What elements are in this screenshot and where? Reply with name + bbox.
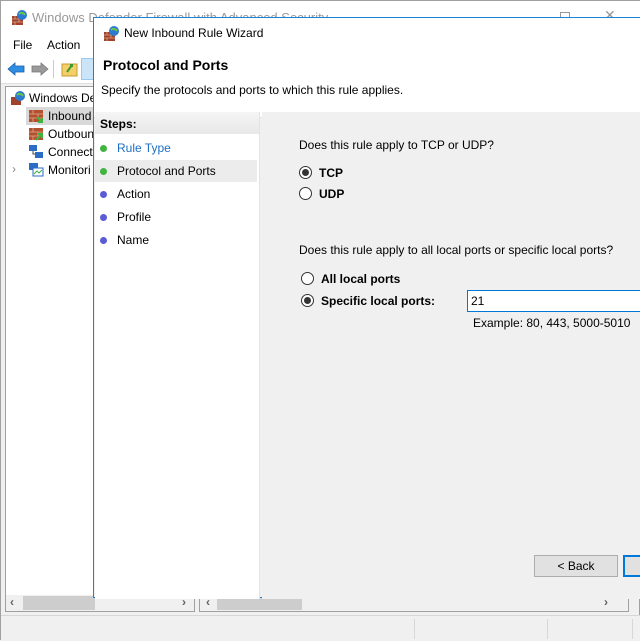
step-label: Name (117, 233, 150, 247)
wizard-content: Does this rule apply to TCP or UDP? TCP … (262, 112, 640, 599)
firewall-icon (11, 91, 25, 105)
steps-header-label: Steps: (100, 117, 137, 131)
protocol-question: Does this rule apply to TCP or UDP? (299, 138, 494, 152)
wizard-title-bar: New Inbound Rule Wizard (94, 18, 640, 48)
firewall-icon (104, 26, 119, 41)
page-heading: Protocol and Ports (103, 57, 229, 73)
steps-panel: Steps: Rule Type Protocol and Ports Acti… (95, 112, 260, 599)
tree-item-inbound-rules[interactable]: Inbound (26, 107, 95, 125)
tcp-label[interactable]: TCP (319, 166, 343, 180)
all-local-ports-label[interactable]: All local ports (321, 272, 400, 286)
inbound-rules-icon (29, 110, 43, 123)
step-label[interactable]: Rule Type (117, 141, 171, 155)
wizard-header: Protocol and Ports Specify the protocols… (94, 48, 640, 118)
specific-local-ports-label[interactable]: Specific local ports: (321, 294, 435, 308)
step-profile: Profile (95, 206, 257, 228)
step-complete-icon (100, 145, 107, 152)
menu-file[interactable]: File (13, 38, 32, 52)
specific-local-ports-radio[interactable] (301, 294, 314, 307)
ports-question: Does this rule apply to all local ports … (299, 243, 614, 257)
next-button[interactable] (623, 555, 640, 577)
back-arrow-icon[interactable] (7, 62, 25, 76)
scroll-thumb[interactable] (23, 596, 95, 610)
status-divider (632, 619, 633, 639)
step-label: Action (117, 187, 151, 201)
tree-item-label: Monitori (48, 163, 91, 177)
step-label: Profile (117, 210, 152, 224)
status-divider (414, 619, 415, 639)
scroll-left-icon[interactable]: ‹ (10, 595, 14, 609)
step-pending-icon (100, 191, 107, 198)
new-inbound-rule-wizard: New Inbound Rule Wizard Protocol and Por… (93, 17, 640, 599)
step-pending-icon (100, 214, 107, 221)
step-rule-type[interactable]: Rule Type (95, 137, 257, 159)
step-pending-icon (100, 237, 107, 244)
toolbar-separator (53, 60, 54, 78)
tree-item-label: Inbound (48, 109, 92, 123)
udp-label[interactable]: UDP (319, 187, 344, 201)
tree-item-label: Connect (48, 145, 93, 159)
console-tree: Windows De Inbound Outboun Connect › Mon… (5, 86, 95, 596)
steps-header: Steps: (95, 112, 259, 134)
forward-arrow-icon[interactable] (31, 62, 49, 76)
tree-item-label: Windows De (29, 91, 95, 105)
expand-chevron-icon[interactable]: › (12, 162, 16, 176)
udp-radio[interactable] (299, 187, 312, 200)
tcp-radio[interactable] (299, 166, 312, 179)
all-local-ports-radio[interactable] (301, 272, 314, 285)
back-button[interactable]: < Back (534, 555, 618, 577)
step-label: Protocol and Ports (117, 164, 216, 178)
connection-security-icon (29, 145, 43, 158)
tree-item-connection-security[interactable]: Connect (26, 143, 95, 161)
status-bar (1, 615, 640, 641)
tree-item-outbound-rules[interactable]: Outboun (26, 125, 95, 143)
menu-action[interactable]: Action (47, 38, 80, 52)
tree-item-monitoring[interactable]: › Monitori (6, 161, 95, 179)
monitoring-icon (29, 163, 44, 177)
outbound-rules-icon (29, 128, 43, 141)
status-divider (547, 619, 548, 639)
step-protocol-and-ports: Protocol and Ports (95, 160, 257, 182)
ports-example: Example: 80, 443, 5000-5010 (473, 316, 631, 330)
step-name: Name (95, 229, 257, 251)
wizard-title: New Inbound Rule Wizard (124, 26, 264, 40)
step-complete-icon (100, 168, 107, 175)
tree-item-label: Outboun (48, 127, 95, 141)
specific-ports-input[interactable] (467, 290, 640, 312)
up-folder-icon[interactable] (61, 60, 78, 77)
step-action: Action (95, 183, 257, 205)
firewall-icon (12, 10, 27, 25)
page-description: Specify the protocols and ports to which… (101, 83, 404, 97)
tree-item-root[interactable]: Windows De (6, 89, 95, 107)
